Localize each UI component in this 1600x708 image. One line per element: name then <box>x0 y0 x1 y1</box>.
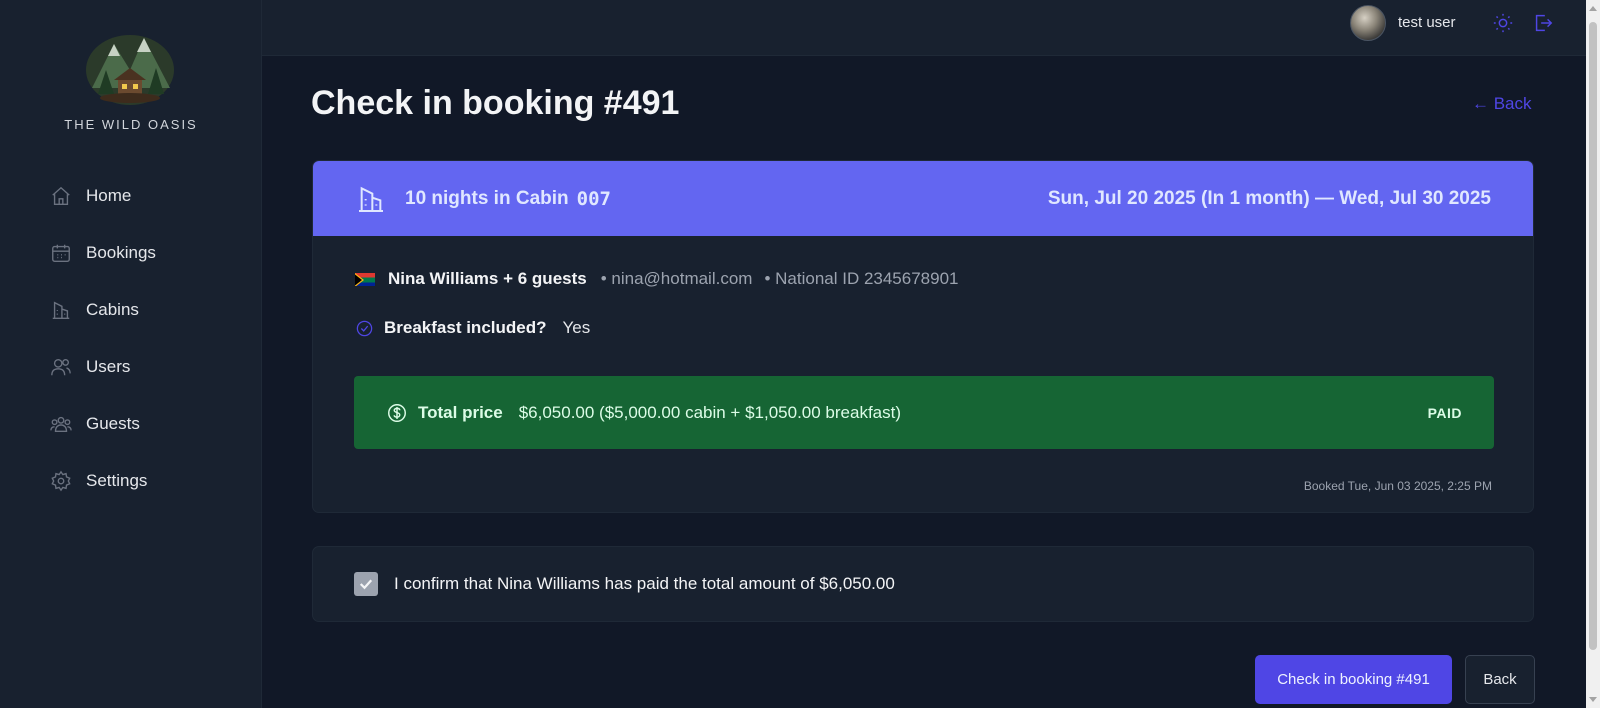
sidebar-nav: Home Bookings Cabins Users Guests Settin… <box>48 176 228 518</box>
calendar-icon <box>48 240 74 266</box>
scroll-down-arrow[interactable] <box>1589 697 1597 702</box>
confirm-box: I confirm that Nina Williams has paid th… <box>312 546 1534 622</box>
guest-email: • nina@hotmail.com <box>600 269 753 288</box>
national-id: • National ID 2345678901 <box>764 269 959 288</box>
price-value: $6,050.00 ($5,000.00 cabin + $1,050.00 b… <box>518 402 902 422</box>
back-button[interactable]: Back <box>1465 655 1535 704</box>
scrollbar-thumb[interactable] <box>1589 22 1597 650</box>
cabin-code: 007 <box>576 187 611 210</box>
confirm-text[interactable]: I confirm that Nina Williams has paid th… <box>394 574 895 594</box>
gear-icon <box>48 468 74 494</box>
scroll-up-arrow[interactable] <box>1589 6 1597 11</box>
status-badge: PAID <box>1427 404 1462 421</box>
confirm-checkbox[interactable] <box>354 572 378 596</box>
guest-row: Nina Williams + 6 guests • nina@hotmail.… <box>355 269 971 289</box>
nights-label: 10 nights in Cabin <box>405 187 569 209</box>
sidebar-item-label: Guests <box>86 414 140 433</box>
sidebar-item-label: Cabins <box>86 300 139 319</box>
sidebar-item-label: Users <box>86 357 131 376</box>
booking-card: 10 nights in Cabin 007 Sun, Jul 20 2025 … <box>312 160 1534 513</box>
total-price-box: Total price $6,050.00 ($5,000.00 cabin +… <box>354 376 1494 449</box>
sun-icon[interactable] <box>1492 12 1516 36</box>
user-group-icon <box>48 411 74 437</box>
sidebar-item-label: Home <box>86 186 132 205</box>
booking-dates: Sun, Jul 20 2025 (In 1 month) — Wed, Jul… <box>1047 187 1491 209</box>
check-circle-icon <box>356 320 373 336</box>
top-header <box>262 0 1586 56</box>
flag-icon <box>355 272 375 286</box>
sidebar-item-label: Bookings <box>86 243 156 262</box>
breakfast-label: Breakfast included? <box>384 318 547 337</box>
sidebar-item-settings[interactable]: Settings <box>48 461 228 501</box>
sidebar-item-bookings[interactable]: Bookings <box>48 233 228 273</box>
page-title: Check in booking #491 <box>311 84 680 122</box>
guest-name: Nina Williams + 6 guests <box>388 269 587 288</box>
back-link[interactable]: ← Back <box>1472 94 1532 114</box>
booked-timestamp: Booked Tue, Jun 03 2025, 2:25 PM <box>1303 479 1492 493</box>
scrollbar[interactable] <box>1586 0 1600 708</box>
checkmark-icon <box>359 579 373 590</box>
username: test user <box>1398 14 1456 31</box>
dollar-icon <box>388 403 406 422</box>
breakfast-row: Breakfast included? Yes <box>355 318 590 338</box>
sidebar-item-cabins[interactable]: Cabins <box>48 290 228 330</box>
price-label: Total price <box>418 402 503 422</box>
sidebar-item-users[interactable]: Users <box>48 347 228 387</box>
building-icon <box>48 297 74 323</box>
home-icon <box>48 183 74 209</box>
logo <box>84 30 176 106</box>
sidebar-item-home[interactable]: Home <box>48 176 228 216</box>
sidebar-item-guests[interactable]: Guests <box>48 404 228 444</box>
brand-name: THE WILD OASIS <box>64 117 198 132</box>
sidebar: THE WILD OASIS Home Bookings Cabins User… <box>0 0 262 708</box>
avatar[interactable] <box>1350 5 1386 41</box>
sidebar-item-label: Settings <box>86 471 148 490</box>
logout-icon[interactable] <box>1532 12 1556 36</box>
building-icon <box>359 186 383 212</box>
breakfast-value: Yes <box>562 318 591 337</box>
booking-card-header: 10 nights in Cabin 007 Sun, Jul 20 2025 … <box>313 161 1533 236</box>
users-icon <box>48 354 74 380</box>
check-in-button[interactable]: Check in booking #491 <box>1255 655 1452 704</box>
